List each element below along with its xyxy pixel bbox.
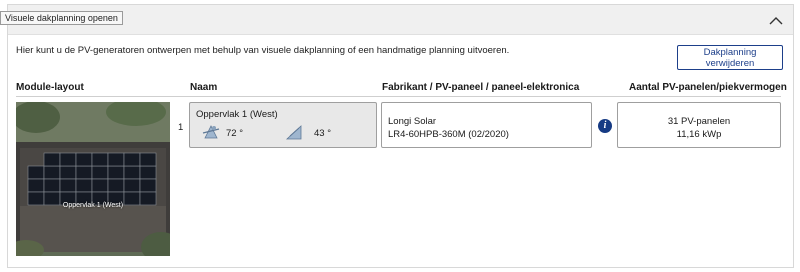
module-layout-image[interactable]: Oppervlak 1 (West) xyxy=(16,102,170,256)
compass-orientation-icon xyxy=(202,123,220,141)
panel-count-cell: 31 PV-panelen 11,16 kWp xyxy=(617,102,781,148)
module-layout-label: Oppervlak 1 (West) xyxy=(62,202,124,209)
tilt-angle-icon xyxy=(285,123,303,141)
column-header-module-layout: Module-layout xyxy=(16,82,84,93)
panel-count: 31 PV-panelen xyxy=(667,116,731,127)
tilt-value: 43 ° xyxy=(314,128,332,139)
manufacturer-cell[interactable]: Longi Solar LR4-60HPB-360M (02/2020) xyxy=(381,102,592,148)
peak-power: 11,16 kWp xyxy=(676,129,722,140)
orientation-value: 72 ° xyxy=(226,128,244,139)
remove-roof-planning-button[interactable]: Dakplanning verwijderen xyxy=(677,45,783,70)
intro-text: Hier kunt u de PV-generatoren ontwerpen … xyxy=(16,45,510,56)
tooltip: Visuele dakplanning openen xyxy=(0,11,123,25)
row-index: 1 xyxy=(178,122,184,133)
surface-name-cell[interactable]: Oppervlak 1 (West) 72 ° 43 ° xyxy=(189,102,377,148)
manufacturer-name: Longi Solar xyxy=(388,116,437,127)
chevron-up-icon[interactable] xyxy=(767,11,785,29)
column-header-naam: Naam xyxy=(190,82,218,93)
column-header-fabrikant: Fabrikant / PV-paneel / paneel-elektroni… xyxy=(382,82,580,93)
column-header-aantal: Aantal PV-panelen/piekvermogen xyxy=(629,82,787,93)
info-icon[interactable]: i xyxy=(598,119,612,133)
header-divider xyxy=(16,96,781,97)
panel-model: LR4-60HPB-360M (02/2020) xyxy=(388,129,509,140)
panel-header xyxy=(8,5,793,35)
surface-name: Oppervlak 1 (West) xyxy=(196,109,278,120)
